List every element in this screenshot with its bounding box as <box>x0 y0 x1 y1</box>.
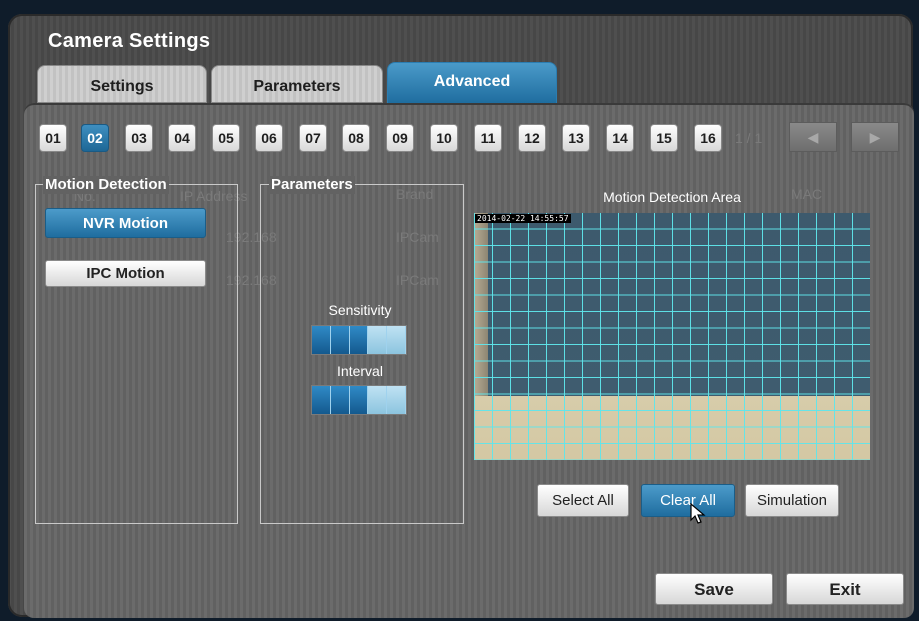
sensitivity-segment[interactable] <box>387 326 406 354</box>
channel-button-16[interactable]: 16 <box>694 124 722 152</box>
interval-slider[interactable] <box>311 385 407 415</box>
sensitivity-label: Sensitivity <box>328 302 392 318</box>
motion-detection-legend: Motion Detection <box>43 176 169 194</box>
channel-button-09[interactable]: 09 <box>386 124 414 152</box>
interval-segment[interactable] <box>312 386 331 414</box>
channel-button-04[interactable]: 04 <box>168 124 196 152</box>
select-all-button[interactable]: Select All <box>537 484 629 517</box>
channel-button-12[interactable]: 12 <box>518 124 546 152</box>
interval-segment[interactable] <box>330 386 350 414</box>
simulation-button[interactable]: Simulation <box>745 484 839 517</box>
interval-label: Interval <box>337 363 383 379</box>
detection-grid-lines[interactable] <box>474 213 870 460</box>
interval-segment[interactable] <box>368 386 388 414</box>
window-title: Camera Settings <box>48 30 211 52</box>
sensitivity-slider[interactable] <box>311 325 407 355</box>
channel-button-07[interactable]: 07 <box>299 124 327 152</box>
motion-detection-grid[interactable]: 2014-02-22 14:55:57 <box>474 213 870 460</box>
tab-advanced[interactable]: Advanced <box>387 62 557 104</box>
channel-button-14[interactable]: 14 <box>606 124 634 152</box>
sensitivity-segment[interactable] <box>330 326 350 354</box>
channel-button-10[interactable]: 10 <box>430 124 458 152</box>
channel-button-03[interactable]: 03 <box>125 124 153 152</box>
channel-button-02[interactable]: 02 <box>81 124 109 152</box>
sensitivity-segment[interactable] <box>312 326 331 354</box>
prev-page-button[interactable]: ◀ <box>789 122 837 152</box>
save-button[interactable]: Save <box>655 573 773 605</box>
next-page-button[interactable]: ▶ <box>851 122 899 152</box>
tab-parameters[interactable]: Parameters <box>211 65 383 103</box>
channel-button-15[interactable]: 15 <box>650 124 678 152</box>
parameters-legend: Parameters <box>269 176 355 194</box>
detection-area-title: Motion Detection Area <box>603 189 741 205</box>
interval-segment[interactable] <box>387 386 406 414</box>
mouse-cursor-icon <box>690 503 706 524</box>
ghost-page-indicator: 1 / 1 <box>735 130 763 146</box>
channel-button-05[interactable]: 05 <box>212 124 240 152</box>
exit-button[interactable]: Exit <box>786 573 904 605</box>
nvr-motion-button[interactable]: NVR Motion <box>45 208 206 238</box>
channel-button-08[interactable]: 08 <box>342 124 370 152</box>
channel-button-01[interactable]: 01 <box>39 124 67 152</box>
tab-settings[interactable]: Settings <box>37 65 207 103</box>
clear-all-button[interactable]: Clear All <box>641 484 735 517</box>
ipc-motion-button[interactable]: IPC Motion <box>45 260 206 287</box>
sensitivity-segment[interactable] <box>368 326 388 354</box>
sensitivity-segment[interactable] <box>349 326 369 354</box>
channel-button-06[interactable]: 06 <box>255 124 283 152</box>
channel-button-11[interactable]: 11 <box>474 124 502 152</box>
interval-segment[interactable] <box>349 386 369 414</box>
camera-timestamp: 2014-02-22 14:55:57 <box>475 214 571 223</box>
channel-button-13[interactable]: 13 <box>562 124 590 152</box>
